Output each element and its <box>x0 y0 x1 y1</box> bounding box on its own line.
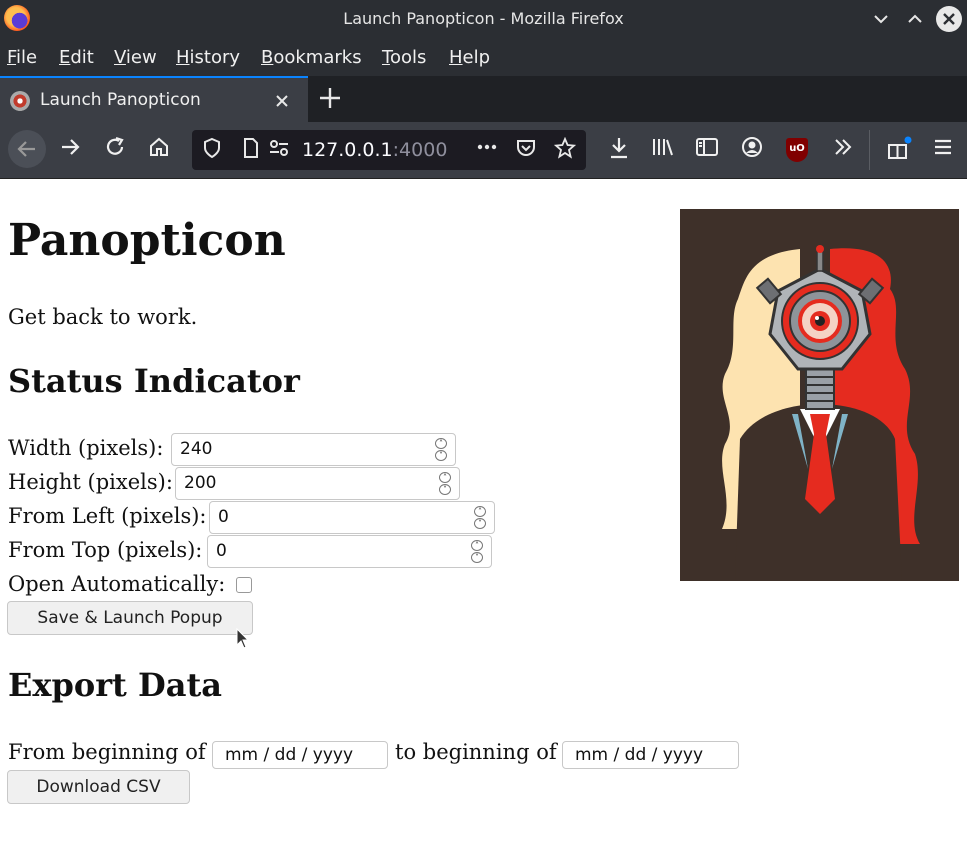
close-icon <box>943 13 955 25</box>
permissions-icon[interactable] <box>268 137 290 164</box>
menu-tools[interactable]: Tools <box>382 47 426 68</box>
menu-view[interactable]: View <box>114 47 157 68</box>
home-icon <box>150 137 168 156</box>
menu-file[interactable]: File <box>7 47 37 68</box>
status-indicator-heading: Status Indicator <box>8 362 300 400</box>
overflow-menu-button[interactable] <box>828 136 858 165</box>
width-input[interactable]: 240 ˄ ˅ <box>171 433 456 466</box>
save-launch-popup-button[interactable]: Save & Launch Popup <box>7 601 253 635</box>
tab-label: Launch Panopticon <box>40 90 201 110</box>
from-left-spinner[interactable]: ˄ ˅ <box>474 506 486 530</box>
shield-icon[interactable] <box>202 137 222 164</box>
sidebar-icon <box>696 138 718 156</box>
tab-launch-panopticon[interactable]: Launch Panopticon <box>0 76 308 122</box>
hamburger-menu-icon <box>935 139 951 155</box>
downloads-button[interactable] <box>604 136 634 167</box>
gift-icon <box>888 136 912 159</box>
pocket-icon[interactable] <box>515 137 537 164</box>
from-top-spinner[interactable]: ˄ ˅ <box>471 540 483 564</box>
export-data-heading: Export Data <box>8 666 222 704</box>
from-top-label: From Top (pixels): <box>8 538 203 562</box>
menu-bar: File Edit View History Bookmarks Tools H… <box>0 38 967 76</box>
from-top-value: 0 <box>216 541 227 561</box>
page-content: Panopticon Get back to work. Status Indi… <box>0 180 967 847</box>
url-bar[interactable]: 127.0.0.1:4000 <box>192 130 586 170</box>
menu-edit[interactable]: Edit <box>59 47 94 68</box>
mouse-cursor-icon <box>236 628 250 649</box>
sidebar-button[interactable] <box>692 136 722 165</box>
tab-bar: Launch Panopticon <box>0 76 967 122</box>
ublock-origin-icon[interactable]: uO <box>786 138 808 162</box>
close-window-button[interactable] <box>936 6 962 32</box>
home-button[interactable] <box>144 136 174 165</box>
url-port: :4000 <box>392 139 448 161</box>
app-menu-button[interactable] <box>928 136 958 165</box>
plus-icon <box>320 88 340 108</box>
close-icon <box>276 95 288 107</box>
reload-icon <box>106 136 124 155</box>
height-input[interactable]: 200 ˄ ˅ <box>175 467 460 500</box>
whats-new-button[interactable] <box>884 136 914 167</box>
library-icon <box>653 139 673 156</box>
library-button[interactable] <box>648 136 678 165</box>
height-spinner[interactable]: ˄ ˅ <box>439 472 451 496</box>
panopticon-robot-poster <box>680 209 959 581</box>
from-beginning-label: From beginning of <box>8 740 206 764</box>
from-top-input[interactable]: 0 ˄ ˅ <box>207 535 492 568</box>
width-spinner[interactable]: ˄ ˅ <box>435 438 447 462</box>
forward-button[interactable] <box>55 136 85 165</box>
open-automatically-checkbox[interactable] <box>236 577 252 593</box>
tab-close-button[interactable] <box>274 88 290 114</box>
page-actions-icon[interactable] <box>476 134 498 165</box>
page-title: Panopticon <box>8 215 286 266</box>
menu-bookmarks[interactable]: Bookmarks <box>261 47 362 68</box>
arrow-right-icon <box>62 139 80 155</box>
account-icon <box>742 137 762 157</box>
title-bar: Launch Panopticon - Mozilla Firefox <box>0 0 967 38</box>
panopticon-favicon-icon <box>10 91 30 111</box>
arrow-left-icon <box>17 141 35 157</box>
open-automatically-label: Open Automatically: <box>8 572 226 596</box>
chevron-down-icon <box>874 15 888 24</box>
url-text[interactable]: 127.0.0.1:4000 <box>302 139 447 161</box>
double-chevron-right-icon <box>835 139 852 155</box>
from-left-label: From Left (pixels): <box>8 504 207 528</box>
bookmark-star-icon[interactable] <box>553 136 577 164</box>
width-value: 240 <box>180 439 213 459</box>
reload-button[interactable] <box>100 136 130 165</box>
menu-history[interactable]: History <box>176 47 240 68</box>
to-beginning-label: to beginning of <box>395 740 557 764</box>
minimize-button[interactable] <box>868 6 894 32</box>
navigation-toolbar: 127.0.0.1:4000 uO <box>0 122 967 179</box>
window-title: Launch Panopticon - Mozilla Firefox <box>343 9 624 28</box>
back-button[interactable] <box>8 130 46 168</box>
page-subtitle: Get back to work. <box>8 305 198 329</box>
width-label: Width (pixels): <box>8 436 164 460</box>
from-date-input[interactable]: mm / dd / yyyy <box>212 741 388 769</box>
download-csv-button[interactable]: Download CSV <box>7 770 190 804</box>
url-host: 127.0.0.1 <box>302 139 393 161</box>
toolbar-divider <box>869 130 870 170</box>
download-icon <box>611 138 627 159</box>
menu-help[interactable]: Help <box>449 47 490 68</box>
maximize-button[interactable] <box>902 6 928 32</box>
new-tab-button[interactable] <box>318 82 342 117</box>
chevron-up-icon <box>908 14 922 23</box>
from-left-input[interactable]: 0 ˄ ˅ <box>209 501 495 534</box>
to-date-input[interactable]: mm / dd / yyyy <box>562 741 739 769</box>
height-value: 200 <box>184 473 217 493</box>
from-left-value: 0 <box>218 507 229 527</box>
account-button[interactable] <box>737 136 767 165</box>
page-info-icon[interactable] <box>242 137 260 164</box>
height-label: Height (pixels): <box>8 470 173 494</box>
